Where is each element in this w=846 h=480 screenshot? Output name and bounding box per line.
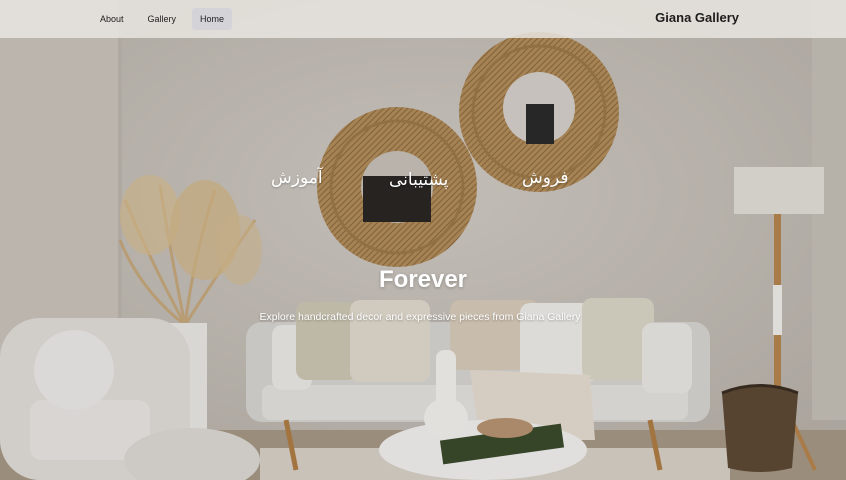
- top-navbar: About Gallery Home Giana Gallery: [0, 0, 846, 38]
- hero-subtitle: Explore handcrafted decor and expressive…: [259, 311, 581, 323]
- hero-link-sales[interactable]: فروش: [522, 168, 568, 188]
- hero-link-support[interactable]: پشتیبانی: [389, 170, 448, 190]
- nav-link-home[interactable]: Home: [192, 8, 233, 30]
- hero-title: Forever: [378, 266, 468, 293]
- nav-link-gallery[interactable]: Gallery: [140, 8, 185, 30]
- hero-background-image: [0, 0, 846, 480]
- hero-link-education[interactable]: آموزش: [271, 168, 323, 188]
- brand-title: Giana Gallery: [655, 10, 739, 25]
- nav-links: About Gallery Home: [92, 0, 233, 38]
- nav-link-about[interactable]: About: [92, 8, 132, 30]
